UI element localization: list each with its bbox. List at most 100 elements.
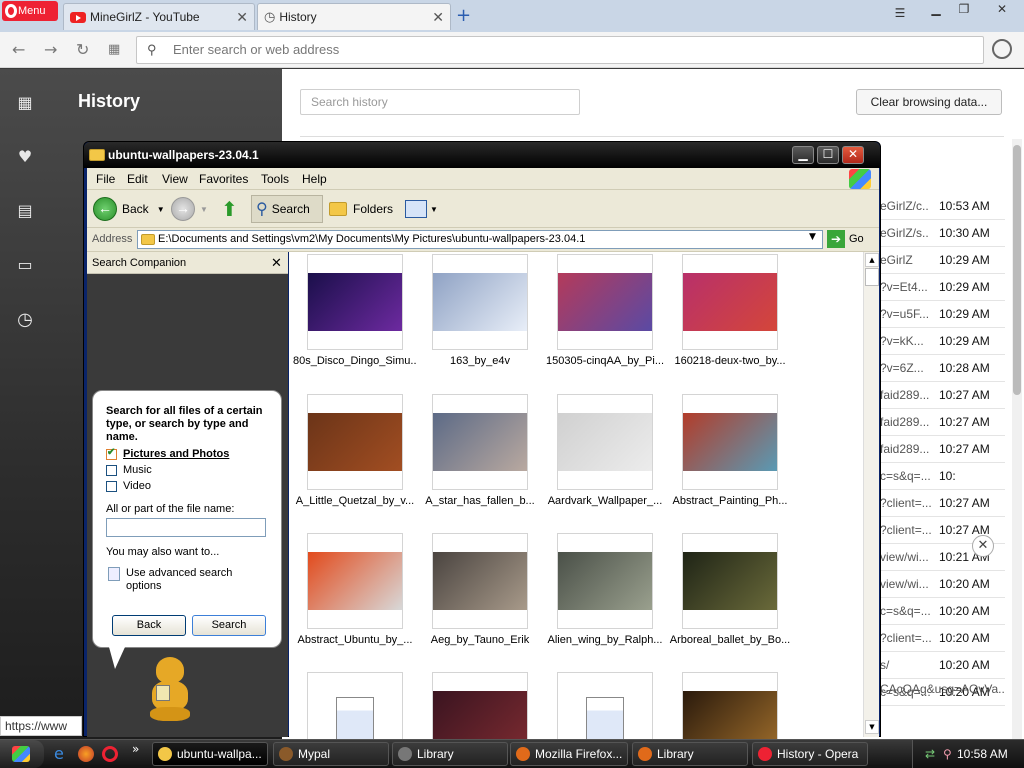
clear-browsing-data-button[interactable]: Clear browsing data...	[856, 89, 1002, 115]
delete-entry-icon[interactable]: ✕	[972, 535, 994, 557]
taskbar-button[interactable]: Mozilla Firefox...	[510, 742, 628, 766]
tab-youtube[interactable]: MineGirlZ - YouTube ✕	[63, 3, 255, 30]
file-name[interactable]: A_Little_Quetzal_by_v...	[293, 495, 417, 509]
taskbar-button[interactable]: Library	[392, 742, 508, 766]
taskbar-button[interactable]: ubuntu-wallpa...	[152, 742, 268, 766]
history-row[interactable]: view/wi... 10:20 AM	[880, 571, 1005, 598]
search-button[interactable]: ⚲ Search	[251, 195, 323, 223]
tab-history[interactable]: ◷ History ✕	[257, 3, 451, 30]
vertical-scrollbar[interactable]: ▲ ▼	[863, 252, 879, 737]
close-button[interactable]: ✕	[992, 2, 1012, 18]
firefox-icon[interactable]	[78, 746, 94, 762]
menu-edit[interactable]: Edit	[127, 172, 148, 186]
file-name[interactable]: 163_by_e4v	[418, 355, 542, 369]
file-name[interactable]: 160218-deux-two_by...	[668, 355, 792, 369]
page-scrollbar[interactable]	[1012, 139, 1022, 739]
history-row[interactable]: ?v=Et4... 10:29 AM	[880, 274, 1005, 301]
tab-menu-icon[interactable]: ☰	[890, 6, 910, 22]
history-row[interactable]: eGirlZ/c.. 10:53 AM	[880, 193, 1005, 220]
taskbar-button[interactable]: Library	[632, 742, 748, 766]
history-row[interactable]: ?v=u5F... 10:29 AM	[880, 301, 1005, 328]
file-name[interactable]: 150305-cinqAA_by_Pi...	[543, 355, 667, 369]
folders-button[interactable]: Folders	[329, 195, 393, 223]
back-button[interactable]: ← Back ▼	[93, 195, 165, 223]
file-name[interactable]: Aeg_by_Tauno_Erik	[418, 634, 542, 648]
file-name[interactable]: Abstract_Painting_Ph...	[668, 495, 792, 509]
file-thumbnail[interactable]	[307, 394, 403, 490]
menu-help[interactable]: Help	[302, 172, 327, 186]
file-thumbnail[interactable]	[557, 394, 653, 490]
start-button[interactable]	[0, 740, 44, 768]
go-button[interactable]: ➔ Go	[827, 230, 864, 248]
menu-view[interactable]: View	[162, 172, 188, 186]
opera-icon[interactable]	[102, 746, 118, 762]
filename-input[interactable]	[106, 518, 266, 537]
heart-icon[interactable]: ♥	[14, 147, 36, 167]
opera-menu-button[interactable]: Menu	[2, 1, 58, 21]
file-thumbnail[interactable]	[557, 254, 653, 350]
minimize-button[interactable]: ▁	[792, 146, 814, 164]
file-thumbnail[interactable]	[307, 533, 403, 629]
window-title-bar[interactable]: ubuntu-wallpapers-23.04.1	[84, 142, 880, 168]
history-row[interactable]: ?client=... 10:20 AM	[880, 625, 1005, 652]
history-row[interactable]: faid289... 10:27 AM	[880, 436, 1005, 463]
new-tab-button[interactable]: +	[456, 5, 471, 26]
file-thumbnail[interactable]	[557, 533, 653, 629]
tabs-icon[interactable]: ▭	[14, 255, 36, 275]
history-clock-icon[interactable]: ◷	[14, 309, 36, 330]
history-row[interactable]: faid289... 10:27 AM	[880, 382, 1005, 409]
search-dog-icon[interactable]	[142, 657, 198, 725]
account-icon[interactable]	[992, 39, 1012, 59]
file-name[interactable]: A_star_has_fallen_b...	[418, 495, 542, 509]
history-row[interactable]: eGirlZ/s.. 10:30 AM	[880, 220, 1005, 247]
back-arrow-icon[interactable]: ←	[12, 40, 25, 59]
file-thumbnail[interactable]	[432, 254, 528, 350]
dropdown-arrow-icon[interactable]: ▼	[157, 205, 165, 214]
file-thumbnail[interactable]	[432, 533, 528, 629]
quick-launch-more-icon[interactable]: »	[132, 742, 139, 756]
history-row[interactable]: c=s&q=... 10:	[880, 463, 1005, 490]
up-folder-icon[interactable]: ⬆	[221, 195, 238, 223]
news-icon[interactable]: ▤	[14, 201, 36, 221]
maximize-button[interactable]: ❐	[954, 2, 974, 18]
advanced-search-link[interactable]: Use advanced search options	[126, 567, 246, 593]
close-pane-icon[interactable]: ✕	[271, 252, 282, 274]
reload-icon[interactable]: ↻	[76, 40, 89, 59]
search-history-input[interactable]: Search history	[300, 89, 580, 115]
option-music[interactable]: Music	[106, 464, 152, 476]
views-button[interactable]: ▼	[405, 195, 438, 223]
back-button[interactable]: Back	[112, 615, 186, 636]
speed-dial-icon[interactable]: ▦	[108, 42, 120, 57]
file-name[interactable]: Alien_wing_by_Ralph...	[543, 634, 667, 648]
forward-arrow-icon[interactable]: →	[44, 40, 57, 59]
taskbar-button[interactable]: Mypal	[273, 742, 389, 766]
tab-close-icon[interactable]: ✕	[236, 9, 248, 26]
menu-tools[interactable]: Tools	[261, 172, 289, 186]
history-row[interactable]: eGirlZ 10:29 AM	[880, 247, 1005, 274]
tab-close-icon[interactable]: ✕	[432, 9, 444, 26]
option-video[interactable]: Video	[106, 480, 151, 492]
address-field[interactable]: E:\Documents and Settings\vm2\My Documen…	[137, 230, 823, 249]
history-row[interactable]: ?v=kK... 10:29 AM	[880, 328, 1005, 355]
ie-icon[interactable]: e	[54, 744, 64, 763]
menu-file[interactable]: File	[96, 172, 115, 186]
file-thumbnail[interactable]	[682, 394, 778, 490]
history-row[interactable]: faid289... 10:27 AM	[880, 409, 1005, 436]
file-name[interactable]: 80s_Disco_Dingo_Simu...	[293, 355, 417, 369]
maximize-button[interactable]: ☐	[817, 146, 839, 164]
speed-dial-icon[interactable]: ▦	[14, 93, 36, 113]
option-pictures[interactable]: ✔ Pictures and Photos	[106, 447, 229, 460]
close-button[interactable]: ✕	[842, 146, 864, 164]
taskbar-button[interactable]: History - Opera	[752, 742, 868, 766]
file-thumbnail[interactable]	[307, 254, 403, 350]
file-name[interactable]: Arboreal_ballet_by_Bo...	[668, 634, 792, 648]
history-row[interactable]: s/10:20 AM	[880, 652, 1005, 679]
address-dropdown-icon[interactable]: ▼	[809, 232, 816, 242]
file-thumbnail[interactable]	[682, 254, 778, 350]
minimize-button[interactable]: ▁	[926, 2, 946, 18]
file-name[interactable]: Aardvark_Wallpaper_...	[543, 495, 667, 509]
history-row[interactable]: ?client=... 10:27 AM	[880, 490, 1005, 517]
file-thumbnail[interactable]	[432, 394, 528, 490]
file-name[interactable]: Abstract_Ubuntu_by_...	[293, 634, 417, 648]
network-icon[interactable]: ⇄	[925, 740, 935, 768]
